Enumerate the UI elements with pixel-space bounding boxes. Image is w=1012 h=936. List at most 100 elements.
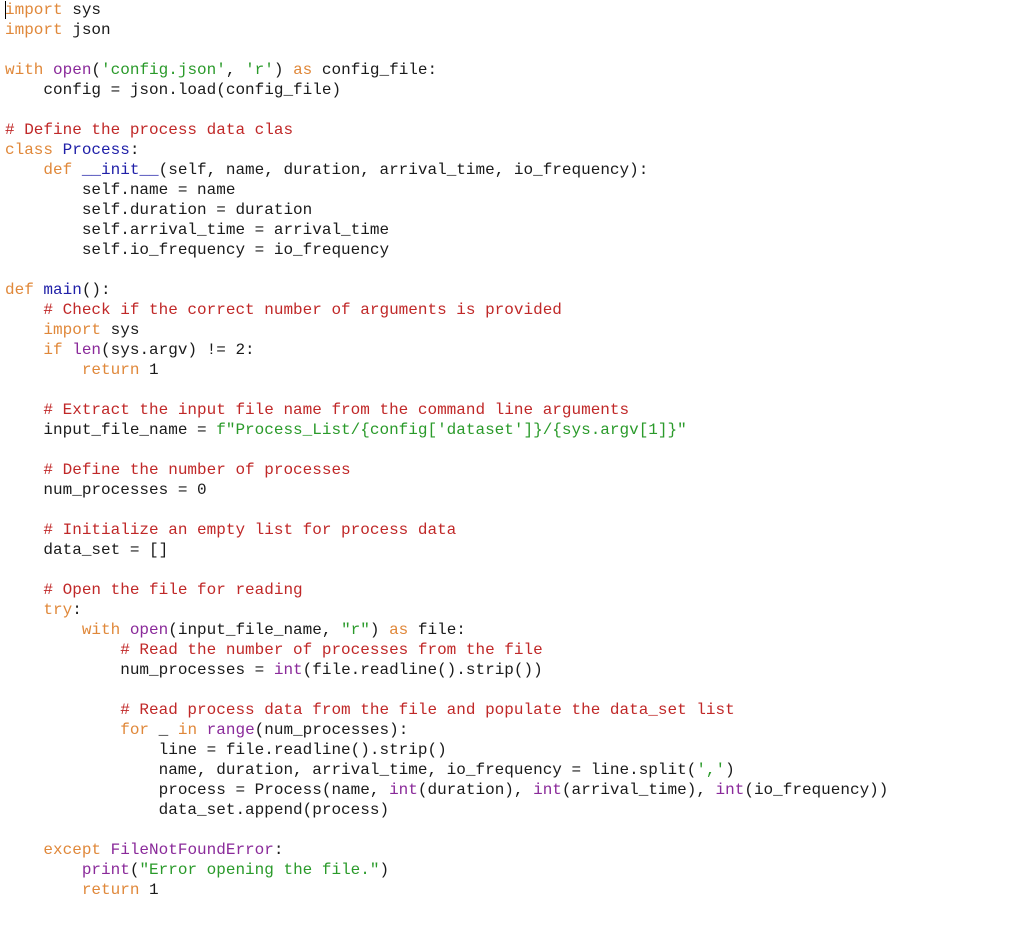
code-line[interactable] — [5, 40, 888, 60]
code-line[interactable]: print("Error opening the file.") — [5, 860, 888, 880]
code-line[interactable]: import sys — [5, 320, 888, 340]
code-line[interactable]: name, duration, arrival_time, io_frequen… — [5, 760, 888, 780]
code-text: num_processes = 0 — [5, 481, 207, 499]
code-text: : — [273, 841, 284, 859]
code-line[interactable]: num_processes = int(file.readline().stri… — [5, 660, 888, 680]
code-line[interactable]: # Define the number of processes — [5, 460, 888, 480]
keyword-token: import — [43, 321, 102, 339]
code-line[interactable] — [5, 560, 888, 580]
code-line[interactable]: # Open the file for reading — [5, 580, 888, 600]
keyword-token: return — [81, 881, 140, 899]
code-line[interactable] — [5, 820, 888, 840]
code-line[interactable]: import json — [5, 20, 888, 40]
code-line[interactable]: return 1 — [5, 360, 888, 380]
code-line[interactable]: # Check if the correct number of argumen… — [5, 300, 888, 320]
code-line[interactable]: for _ in range(num_processes): — [5, 720, 888, 740]
code-text: config_file: — [312, 61, 438, 79]
code-text: 1 — [139, 881, 159, 899]
builtin-token: int — [389, 781, 418, 799]
code-line[interactable]: self.arrival_time = arrival_time — [5, 220, 888, 240]
keyword-token: except — [43, 841, 102, 859]
code-text: sys — [101, 321, 140, 339]
keyword-token: try — [43, 601, 73, 619]
code-text: ( — [129, 861, 140, 879]
code-text: (): — [81, 281, 111, 299]
code-line[interactable] — [5, 440, 888, 460]
code-text: json — [62, 21, 111, 39]
code-line[interactable]: import sys — [5, 0, 888, 20]
code-line[interactable]: num_processes = 0 — [5, 480, 888, 500]
code-line[interactable] — [5, 500, 888, 520]
code-line[interactable]: input_file_name = f"Process_List/{config… — [5, 420, 888, 440]
code-line[interactable]: # Read process data from the file and po… — [5, 700, 888, 720]
code-line[interactable]: data_set.append(process) — [5, 800, 888, 820]
code-text: (arrival_time), — [561, 781, 716, 799]
definition-name-token: Process — [62, 141, 130, 159]
code-text: self.arrival_time = arrival_time — [5, 221, 390, 239]
keyword-token: def — [43, 161, 73, 179]
code-text: (num_processes): — [254, 721, 409, 739]
code-text: ) — [369, 621, 390, 639]
string-token: 'r' — [245, 61, 274, 79]
code-line[interactable] — [5, 100, 888, 120]
string-token: "r" — [341, 621, 370, 639]
code-text: self.io_frequency = io_frequency — [5, 241, 390, 259]
code-line[interactable]: # Extract the input file name from the c… — [5, 400, 888, 420]
keyword-token: import — [5, 21, 63, 39]
code-line[interactable]: config = json.load(config_file) — [5, 80, 888, 100]
code-line[interactable]: # Define the process data clas — [5, 120, 888, 140]
code-line[interactable] — [5, 260, 888, 280]
code-line[interactable]: def __init__(self, name, duration, arriv… — [5, 160, 888, 180]
code-line[interactable]: with open(input_file_name, "r") as file: — [5, 620, 888, 640]
comment-token: # Check if the correct number of argumen… — [43, 301, 562, 319]
code-text: ) — [273, 61, 294, 79]
code-line[interactable]: self.io_frequency = io_frequency — [5, 240, 888, 260]
code-text: ( — [91, 61, 102, 79]
builtin-token: len — [72, 341, 102, 359]
code-text: (self, name, duration, arrival_time, io_… — [158, 161, 649, 179]
code-line[interactable]: except FileNotFoundError: — [5, 840, 888, 860]
keyword-token: as — [389, 621, 409, 639]
keyword-token: import — [5, 1, 63, 19]
code-line[interactable]: if len(sys.argv) != 2: — [5, 340, 888, 360]
code-text: (io_frequency)) — [744, 781, 889, 799]
code-text: self.duration = duration — [5, 201, 313, 219]
code-line[interactable]: data_set = [] — [5, 540, 888, 560]
code-line[interactable]: process = Process(name, int(duration), i… — [5, 780, 889, 800]
code-line[interactable]: # Initialize an empty list for process d… — [5, 520, 888, 540]
code-line[interactable]: line = file.readline().strip() — [5, 740, 888, 760]
code-line[interactable]: with open('config.json', 'r') as config_… — [5, 60, 888, 80]
code-line[interactable]: class Process: — [5, 140, 888, 160]
code-line[interactable] — [5, 380, 888, 400]
code-line[interactable]: self.name = name — [5, 180, 888, 200]
builtin-token: range — [206, 721, 255, 739]
builtin-token: int — [533, 781, 562, 799]
comment-token: # Extract the input file name from the c… — [43, 401, 630, 419]
code-line[interactable]: return 1 — [5, 880, 888, 900]
code-text: input_file_name = — [5, 421, 217, 439]
code-line[interactable]: try: — [5, 600, 888, 620]
code-line[interactable]: self.duration = duration — [5, 200, 888, 220]
code-line[interactable] — [5, 680, 888, 700]
code-text: (duration), — [417, 781, 534, 799]
code-editor[interactable]: import sys import json with open('config.… — [5, 0, 888, 900]
comment-token: # Open the file for reading — [43, 581, 303, 599]
code-line[interactable]: # Read the number of processes from the … — [5, 640, 888, 660]
keyword-token: if — [43, 341, 63, 359]
code-line[interactable]: def main(): — [5, 280, 888, 300]
code-text: (sys.argv) != 2: — [101, 341, 255, 359]
definition-name-token: main — [43, 281, 82, 299]
comment-token: # Read the number of processes from the … — [120, 641, 543, 659]
